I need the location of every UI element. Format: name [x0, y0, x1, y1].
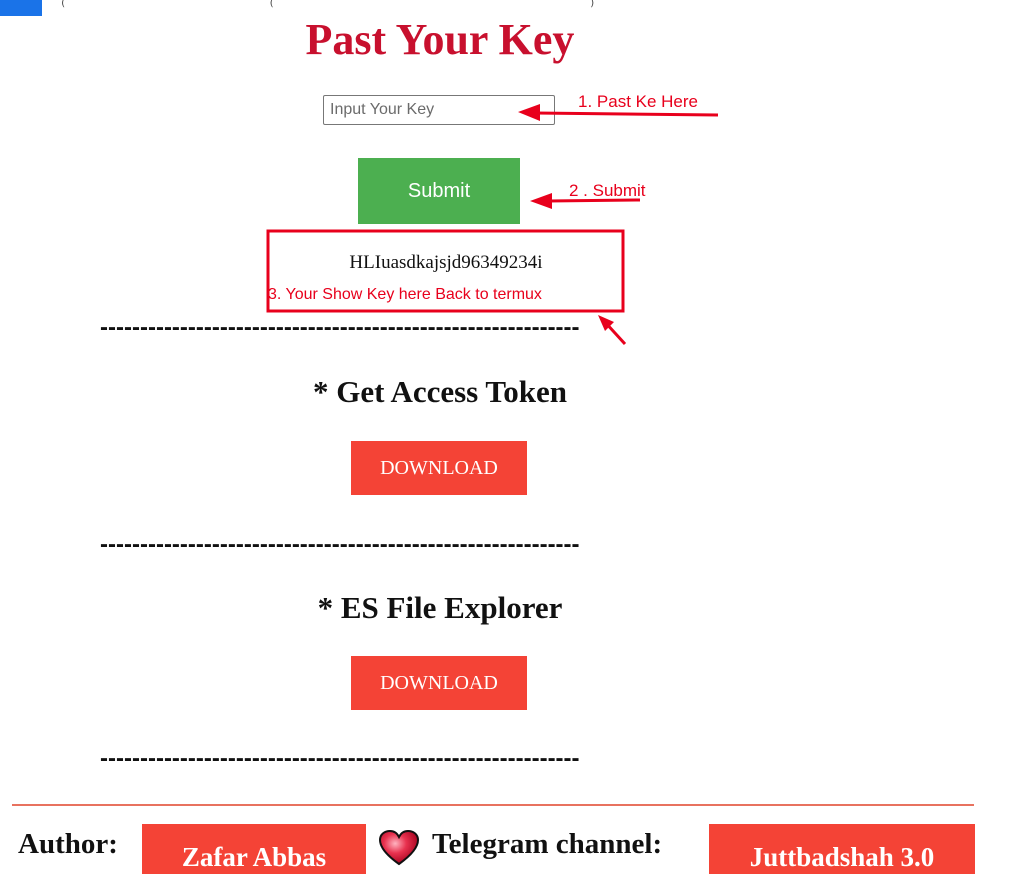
es-file-explorer-download-button[interactable]: DOWNLOAD	[351, 656, 527, 710]
submit-button[interactable]: Submit	[358, 158, 520, 224]
annotation-step-1: 1. Past Ke Here	[578, 92, 699, 111]
author-name-badge[interactable]: Zafar Abbas	[142, 824, 366, 874]
access-token-download-button[interactable]: DOWNLOAD	[351, 441, 527, 495]
top-cropped-text: ( _ _ _ _ _ _ _ _ _ _ _ _ ( _ _ _ _ _ _ …	[60, 0, 598, 8]
annotation-arrow-1	[534, 111, 719, 117]
es-file-explorer-heading: * ES File Explorer	[317, 590, 563, 625]
access-token-heading: * Get Access Token	[312, 374, 568, 409]
key-output: HLIuasdkajsjd96349234i	[349, 252, 543, 273]
footer-divider	[12, 804, 974, 806]
heart-icon	[379, 830, 419, 866]
annotation-step-3: 3. Your Show Key here Back to termux	[268, 286, 542, 303]
key-input[interactable]	[323, 95, 555, 125]
separator-line: ----------------------------------------…	[100, 535, 580, 555]
separator-line: ----------------------------------------…	[100, 749, 580, 769]
separator-line: ----------------------------------------…	[100, 318, 580, 338]
annotation-step-2: 2 . Submit	[569, 181, 646, 200]
telegram-channel-badge[interactable]: Juttbadshah 3.0	[709, 824, 975, 874]
telegram-label: Telegram channel:	[432, 828, 663, 860]
author-label: Author:	[18, 828, 118, 860]
page-title: Past Your Key	[305, 15, 575, 64]
annotation-arrowhead-2	[530, 193, 552, 209]
footer: Author: Zafar Abbas Telegram channel: Ju…	[18, 818, 988, 878]
